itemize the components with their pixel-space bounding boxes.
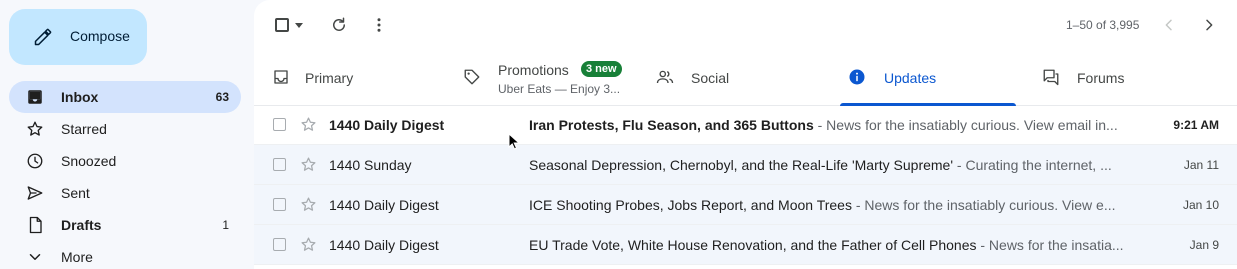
email-snippet: - Curating the internet, ... — [953, 157, 1112, 173]
email-date: 9:21 AM — [1173, 118, 1219, 132]
email-subject: Iran Protests, Flu Season, and 365 Butto… — [529, 117, 814, 133]
star-toggle-icon[interactable] — [300, 116, 317, 133]
pencil-icon — [33, 27, 53, 47]
inbox-icon — [26, 88, 44, 106]
email-snippet: - News for the insatia... — [976, 237, 1124, 253]
compose-button[interactable]: Compose — [9, 9, 147, 65]
sidebar-item-label: Sent — [61, 185, 90, 201]
email-sender: 1440 Daily Digest — [329, 197, 439, 213]
inbox-tab-icon — [272, 68, 290, 86]
mail-list-panel: 1–50 of 3,995 Primary Promotions Social … — [254, 0, 1237, 269]
tab-promotions[interactable]: Promotions — [449, 50, 643, 105]
unread-count: 63 — [215, 90, 229, 104]
star-toggle-icon[interactable] — [300, 156, 317, 173]
tab-label: Primary — [305, 70, 354, 86]
draft-icon — [26, 216, 44, 234]
info-icon — [848, 68, 866, 86]
older-page-button[interactable] — [1195, 11, 1223, 39]
mouse-cursor-icon — [508, 133, 520, 151]
tag-icon — [463, 68, 481, 86]
sidebar-item-sent[interactable]: Sent — [9, 177, 241, 209]
email-snippet: - News for the insatiably curious. View … — [851, 197, 1116, 213]
email-row[interactable]: 1440 Daily Digest EU Trade Vote, White H… — [254, 225, 1237, 265]
star-icon — [26, 120, 44, 138]
category-tabs: Primary Promotions Social Updates Forums — [254, 50, 1237, 106]
email-row[interactable]: 1440 Daily Digest ICE Shooting Probes, J… — [254, 185, 1237, 225]
sidebar-item-more[interactable]: More — [9, 241, 241, 269]
more-vert-icon — [370, 16, 388, 34]
refresh-icon — [330, 16, 348, 34]
tab-forums[interactable]: Forums — [1032, 50, 1237, 105]
caret-down-icon — [294, 20, 304, 30]
people-icon — [656, 68, 674, 86]
email-row[interactable]: 1440 Daily Digest Iran Protests, Flu Sea… — [254, 105, 1237, 145]
sidebar-item-label: More — [61, 249, 93, 265]
email-sender: 1440 Sunday — [329, 157, 412, 173]
tab-social[interactable]: Social — [643, 50, 839, 105]
tab-label: Social — [691, 70, 730, 86]
pagination-range: 1–50 of 3,995 — [1066, 18, 1140, 32]
select-menu-button[interactable] — [290, 11, 308, 39]
tab-primary[interactable]: Primary — [254, 50, 449, 105]
more-options-button[interactable] — [365, 11, 393, 39]
email-content: EU Trade Vote, White House Renovation, a… — [529, 237, 1124, 253]
email-subject: Seasonal Depression, Chernobyl, and the … — [529, 157, 954, 173]
sidebar-item-label: Drafts — [61, 217, 102, 233]
email-date: Jan 9 — [1189, 238, 1219, 252]
email-content: ICE Shooting Probes, Jobs Report, and Mo… — [529, 197, 1124, 213]
email-date: Jan 10 — [1182, 198, 1219, 212]
row-checkbox[interactable] — [273, 198, 286, 211]
chevron-left-icon — [1161, 17, 1177, 33]
email-snippet: - News for the insatiably curious. View … — [813, 117, 1118, 133]
row-checkbox[interactable] — [273, 158, 286, 171]
email-content: Seasonal Depression, Chernobyl, and the … — [529, 157, 1124, 173]
sidebar-item-label: Starred — [61, 121, 107, 137]
star-toggle-icon[interactable] — [300, 196, 317, 213]
sidebar-item-starred[interactable]: Starred — [9, 113, 241, 145]
row-checkbox[interactable] — [273, 118, 286, 131]
email-row[interactable]: 1440 Sunday Seasonal Depression, Chernob… — [254, 145, 1237, 185]
newer-page-button[interactable] — [1155, 11, 1183, 39]
tab-label: Promotions — [498, 62, 569, 78]
email-content: Iran Protests, Flu Season, and 365 Butto… — [529, 117, 1124, 133]
email-sender: 1440 Daily Digest — [329, 237, 439, 253]
chevron-down-icon — [26, 248, 44, 266]
compose-label: Compose — [70, 28, 130, 44]
tab-label: Forums — [1077, 70, 1125, 86]
sidebar-item-inbox[interactable]: Inbox 63 — [9, 81, 241, 113]
sidebar-item-snoozed[interactable]: Snoozed — [9, 145, 241, 177]
chevron-right-icon — [1201, 17, 1217, 33]
sidebar-item-label: Inbox — [61, 89, 99, 105]
row-checkbox[interactable] — [273, 238, 286, 251]
star-toggle-icon[interactable] — [300, 236, 317, 253]
tab-label: Updates — [884, 70, 937, 86]
sidebar-item-drafts[interactable]: Drafts 1 — [9, 209, 241, 241]
refresh-button[interactable] — [325, 11, 353, 39]
email-date: Jan 11 — [1183, 158, 1219, 172]
send-icon — [26, 184, 44, 202]
clock-icon — [26, 152, 44, 170]
email-subject: ICE Shooting Probes, Jobs Report, and Mo… — [529, 197, 852, 213]
email-subject: EU Trade Vote, White House Renovation, a… — [529, 237, 977, 253]
tab-updates[interactable]: Updates — [840, 50, 1016, 106]
promotions-preview: Uber Eats — Enjoy 3... — [498, 82, 621, 96]
forum-icon — [1042, 68, 1060, 86]
promotions-new-badge: 3 new — [581, 61, 622, 77]
sidebar-item-label: Snoozed — [61, 153, 117, 169]
email-sender: 1440 Daily Digest — [329, 117, 445, 133]
draft-count: 1 — [222, 218, 229, 232]
mail-toolbar: 1–50 of 3,995 — [254, 0, 1237, 48]
